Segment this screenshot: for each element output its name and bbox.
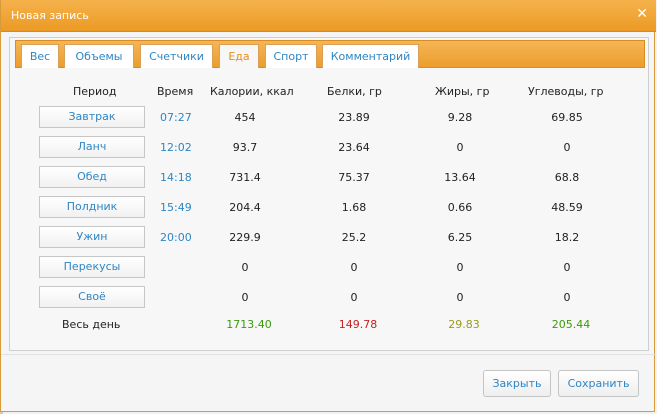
period-button-supper[interactable]: Ужин <box>39 226 145 248</box>
total-fat: 29.83 <box>448 318 480 331</box>
close-icon[interactable]: ✕ <box>636 7 648 21</box>
cell-calories-supper: 229.9 <box>229 231 261 244</box>
tab-counters[interactable]: Счетчики <box>140 44 213 69</box>
food-table: Период Время Калории, ккал Белки, гр Жир… <box>15 68 645 348</box>
dialog-titlebar[interactable]: Новая запись ✕ <box>1 0 656 32</box>
header-fat: Жиры, гр <box>435 85 490 98</box>
cell-protein-breakfast: 23.89 <box>338 111 370 124</box>
cell-fat-custom: 0 <box>456 291 464 304</box>
cell-calories-custom: 0 <box>241 291 249 304</box>
period-button-breakfast[interactable]: Завтрак <box>39 106 145 128</box>
cell-fat-breakfast: 9.28 <box>447 111 473 124</box>
header-period: Период <box>73 85 117 98</box>
total-protein: 149.78 <box>338 318 378 331</box>
close-button[interactable]: Закрыть <box>483 370 551 397</box>
time-link-breakfast[interactable]: 07:27 <box>160 111 192 124</box>
cell-fat-dinner: 13.64 <box>444 171 476 184</box>
time-link-lunch[interactable]: 12:02 <box>160 141 192 154</box>
cell-calories-snacks: 0 <box>241 261 249 274</box>
footer-divider <box>1 354 656 355</box>
cell-protein-supper: 25.2 <box>341 231 367 244</box>
total-calories: 1713.40 <box>226 318 272 331</box>
time-link-dinner[interactable]: 14:18 <box>160 171 192 184</box>
cell-carbs-snacks: 0 <box>563 261 571 274</box>
total-label: Весь день <box>62 318 121 331</box>
cell-protein-snack-afternoon: 1.68 <box>341 201 367 214</box>
cell-carbs-lunch: 0 <box>563 141 571 154</box>
period-button-dinner[interactable]: Обед <box>39 166 145 188</box>
period-button-custom[interactable]: Своё <box>39 286 145 308</box>
cell-calories-breakfast: 454 <box>234 111 256 124</box>
cell-protein-dinner: 75.37 <box>338 171 370 184</box>
tab-comment[interactable]: Комментарий <box>322 44 419 69</box>
cell-carbs-snack-afternoon: 48.59 <box>551 201 583 214</box>
tab-weight[interactable]: Вес <box>21 44 59 69</box>
cell-carbs-dinner: 68.8 <box>554 171 580 184</box>
cell-carbs-supper: 18.2 <box>554 231 580 244</box>
header-calories: Калории, ккал <box>210 85 294 98</box>
cell-carbs-custom: 0 <box>563 291 571 304</box>
period-button-lunch[interactable]: Ланч <box>39 136 145 158</box>
tab-food[interactable]: Еда <box>219 44 259 70</box>
period-button-snack-afternoon[interactable]: Полдник <box>39 196 145 218</box>
save-button[interactable]: Сохранить <box>558 370 639 397</box>
header-time: Время <box>157 85 194 98</box>
total-carbs: 205.44 <box>551 318 591 331</box>
cell-fat-snacks: 0 <box>456 261 464 274</box>
cell-fat-supper: 6.25 <box>447 231 473 244</box>
cell-calories-lunch: 93.7 <box>232 141 258 154</box>
header-protein: Белки, гр <box>327 85 382 98</box>
tab-sport[interactable]: Спорт <box>265 44 317 69</box>
tab-volumes[interactable]: Объемы <box>64 44 134 69</box>
cell-protein-lunch: 23.64 <box>338 141 370 154</box>
tab-bar: Вес Объемы Счетчики Еда Спорт Комментари… <box>15 40 645 70</box>
tab-panel: Вес Объемы Счетчики Еда Спорт Комментари… <box>9 37 649 351</box>
period-button-snacks[interactable]: Перекусы <box>39 256 145 278</box>
cell-protein-custom: 0 <box>350 291 358 304</box>
time-link-snack-afternoon[interactable]: 15:49 <box>160 201 192 214</box>
cell-protein-snacks: 0 <box>350 261 358 274</box>
cell-carbs-breakfast: 69.85 <box>551 111 583 124</box>
new-entry-dialog: Новая запись ✕ Вес Объемы Счетчики Еда С… <box>0 0 656 412</box>
cell-calories-dinner: 731.4 <box>229 171 261 184</box>
header-carbs: Углеводы, гр <box>528 85 604 98</box>
cell-fat-lunch: 0 <box>456 141 464 154</box>
cell-fat-snack-afternoon: 0.66 <box>447 201 473 214</box>
cell-calories-snack-afternoon: 204.4 <box>229 201 261 214</box>
time-link-supper[interactable]: 20:00 <box>160 231 192 244</box>
dialog-title: Новая запись <box>11 9 89 22</box>
